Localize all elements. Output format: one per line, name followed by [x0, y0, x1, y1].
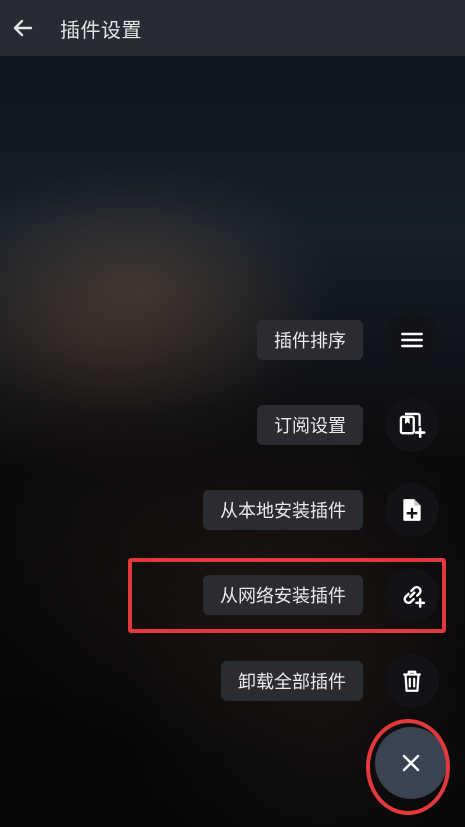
uninstall-all-button[interactable] [385, 654, 439, 708]
menu-item-sort-plugins: 插件排序 [257, 313, 439, 367]
hamburger-menu-icon [401, 332, 423, 348]
close-menu-button[interactable] [375, 727, 447, 799]
page-title: 插件设置 [60, 17, 142, 42]
close-icon [402, 754, 420, 772]
install-local-label[interactable]: 从本地安装插件 [203, 490, 363, 530]
install-network-button[interactable] [385, 568, 439, 622]
file-add-icon [403, 499, 421, 521]
subscription-settings-button[interactable] [385, 398, 439, 452]
trash-icon [403, 670, 421, 692]
arrow-left-icon [13, 19, 33, 37]
link-add-icon [403, 585, 426, 608]
menu-item-uninstall-all: 卸载全部插件 [221, 654, 439, 708]
subscription-settings-label[interactable]: 订阅设置 [257, 405, 363, 445]
sort-plugins-button[interactable] [385, 313, 439, 367]
sort-plugins-label[interactable]: 插件排序 [257, 320, 363, 360]
menu-item-install-local: 从本地安装插件 [203, 483, 439, 537]
menu-item-install-network: 从网络安装插件 [203, 568, 439, 622]
menu-item-subscription-settings: 订阅设置 [257, 398, 439, 452]
back-button[interactable] [0, 0, 46, 56]
install-network-label[interactable]: 从网络安装插件 [203, 575, 363, 615]
bookmark-add-icon [399, 412, 426, 438]
uninstall-all-label[interactable]: 卸载全部插件 [221, 661, 363, 701]
install-local-button[interactable] [385, 483, 439, 537]
top-app-bar: 插件设置 [0, 0, 465, 56]
